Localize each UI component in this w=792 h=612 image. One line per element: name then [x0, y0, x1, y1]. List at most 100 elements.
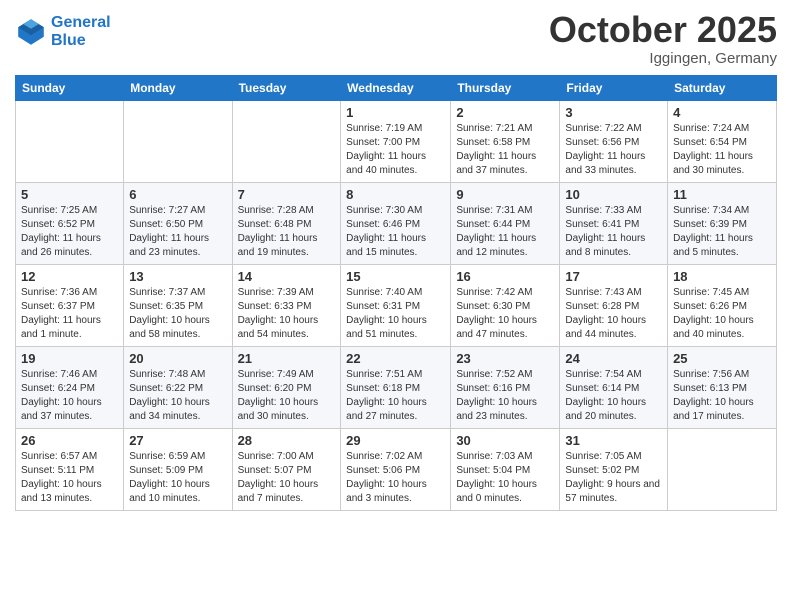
location: Iggingen, Germany	[549, 50, 777, 67]
day-cell: 27 Sunrise: 6:59 AMSunset: 5:09 PMDayligh…	[124, 428, 232, 510]
week-row-3: 12Sunrise: 7:36 AMSunset: 6:37 PMDayligh…	[16, 264, 777, 346]
day-info: Sunrise: 7:21 AMSunset: 6:58 PMDaylight:…	[456, 122, 554, 178]
weekday-header-row: SundayMondayTuesdayWednesdayThursdayFrid…	[16, 75, 777, 100]
day-number: 4	[673, 105, 771, 120]
day-number: 17	[565, 269, 662, 284]
week-row-5: 26 Sunrise: 6:57 AMSunset: 5:11 PMDayligh…	[16, 428, 777, 510]
calendar-table: SundayMondayTuesdayWednesdayThursdayFrid…	[15, 75, 777, 511]
day-number: 1	[346, 105, 445, 120]
day-info: Sunrise: 7:37 AMSunset: 6:35 PMDaylight:…	[129, 286, 226, 342]
day-info: Sunrise: 7:22 AMSunset: 6:56 PMDaylight:…	[565, 122, 662, 178]
day-info: Sunrise: 7:24 AMSunset: 6:54 PMDaylight:…	[673, 122, 771, 178]
day-info: Sunrise: 7:40 AMSunset: 6:31 PMDaylight:…	[346, 286, 445, 342]
day-number: 15	[346, 269, 445, 284]
day-number: 2	[456, 105, 554, 120]
day-info: Sunrise: 7:39 AMSunset: 6:33 PMDaylight:…	[238, 286, 336, 342]
day-cell: 9Sunrise: 7:31 AMSunset: 6:44 PMDaylight…	[451, 182, 560, 264]
day-info: Sunrise: 7:43 AMSunset: 6:28 PMDaylight:…	[565, 286, 662, 342]
day-cell: 19 Sunrise: 7:46 AMSunset: 6:24 PMDayligh…	[16, 346, 124, 428]
weekday-header-friday: Friday	[560, 75, 668, 100]
week-row-1: 1 Sunrise: 7:19 AMSunset: 7:00 PMDaylight…	[16, 100, 777, 182]
day-info: Sunrise: 7:46 AMSunset: 6:24 PMDaylight:…	[21, 368, 118, 424]
logo-text: General Blue	[51, 14, 111, 49]
day-info: Sunrise: 7:54 AMSunset: 6:14 PMDaylight:…	[565, 368, 662, 424]
day-cell: 31 Sunrise: 7:05 AMSunset: 5:02 PMDayligh…	[560, 428, 668, 510]
day-info: Sunrise: 7:56 AMSunset: 6:13 PMDaylight:…	[673, 368, 771, 424]
day-info: Sunrise: 7:00 AMSunset: 5:07 PMDaylight:…	[238, 450, 336, 506]
week-row-2: 5 Sunrise: 7:25 AMSunset: 6:52 PMDaylight…	[16, 182, 777, 264]
day-cell: 7 Sunrise: 7:28 AMSunset: 6:48 PMDaylight…	[232, 182, 341, 264]
day-number: 3	[565, 105, 662, 120]
day-cell: 22 Sunrise: 7:51 AMSunset: 6:18 PMDayligh…	[341, 346, 451, 428]
day-cell	[16, 100, 124, 182]
day-info: Sunrise: 7:25 AMSunset: 6:52 PMDaylight:…	[21, 204, 118, 260]
day-number: 27	[129, 433, 226, 448]
day-info: Sunrise: 7:28 AMSunset: 6:48 PMDaylight:…	[238, 204, 336, 260]
day-cell: 11 Sunrise: 7:34 AMSunset: 6:39 PMDayligh…	[668, 182, 777, 264]
month-title: October 2025	[549, 10, 777, 50]
day-cell: 5 Sunrise: 7:25 AMSunset: 6:52 PMDaylight…	[16, 182, 124, 264]
day-info: Sunrise: 7:34 AMSunset: 6:39 PMDaylight:…	[673, 204, 771, 260]
day-cell	[232, 100, 341, 182]
day-cell: 28 Sunrise: 7:00 AMSunset: 5:07 PMDayligh…	[232, 428, 341, 510]
day-cell: 6 Sunrise: 7:27 AMSunset: 6:50 PMDaylight…	[124, 182, 232, 264]
day-number: 28	[238, 433, 336, 448]
day-number: 31	[565, 433, 662, 448]
weekday-header-wednesday: Wednesday	[341, 75, 451, 100]
day-cell: 20 Sunrise: 7:48 AMSunset: 6:22 PMDayligh…	[124, 346, 232, 428]
day-info: Sunrise: 7:03 AMSunset: 5:04 PMDaylight:…	[456, 450, 554, 506]
day-info: Sunrise: 7:30 AMSunset: 6:46 PMDaylight:…	[346, 204, 445, 260]
day-cell: 29Sunrise: 7:02 AMSunset: 5:06 PMDayligh…	[341, 428, 451, 510]
day-number: 13	[129, 269, 226, 284]
day-cell: 23 Sunrise: 7:52 AMSunset: 6:16 PMDayligh…	[451, 346, 560, 428]
day-info: Sunrise: 7:52 AMSunset: 6:16 PMDaylight:…	[456, 368, 554, 424]
day-info: Sunrise: 7:42 AMSunset: 6:30 PMDaylight:…	[456, 286, 554, 342]
day-cell: 25 Sunrise: 7:56 AMSunset: 6:13 PMDayligh…	[668, 346, 777, 428]
weekday-header-tuesday: Tuesday	[232, 75, 341, 100]
day-number: 29	[346, 433, 445, 448]
day-info: Sunrise: 7:51 AMSunset: 6:18 PMDaylight:…	[346, 368, 445, 424]
day-cell: 12Sunrise: 7:36 AMSunset: 6:37 PMDayligh…	[16, 264, 124, 346]
day-number: 20	[129, 351, 226, 366]
day-number: 21	[238, 351, 336, 366]
day-number: 25	[673, 351, 771, 366]
day-info: Sunrise: 7:19 AMSunset: 7:00 PMDaylight:…	[346, 122, 445, 178]
day-number: 22	[346, 351, 445, 366]
day-info: Sunrise: 7:48 AMSunset: 6:22 PMDaylight:…	[129, 368, 226, 424]
day-number: 6	[129, 187, 226, 202]
day-info: Sunrise: 6:59 AMSunset: 5:09 PMDaylight:…	[129, 450, 226, 506]
weekday-header-saturday: Saturday	[668, 75, 777, 100]
day-info: Sunrise: 7:05 AMSunset: 5:02 PMDaylight:…	[565, 450, 662, 506]
day-info: Sunrise: 7:36 AMSunset: 6:37 PMDaylight:…	[21, 286, 118, 342]
day-info: Sunrise: 6:57 AMSunset: 5:11 PMDaylight:…	[21, 450, 118, 506]
day-cell: 13 Sunrise: 7:37 AMSunset: 6:35 PMDayligh…	[124, 264, 232, 346]
day-number: 18	[673, 269, 771, 284]
day-cell: 24Sunrise: 7:54 AMSunset: 6:14 PMDayligh…	[560, 346, 668, 428]
day-number: 11	[673, 187, 771, 202]
logo-icon	[15, 16, 47, 48]
day-number: 9	[456, 187, 554, 202]
day-info: Sunrise: 7:27 AMSunset: 6:50 PMDaylight:…	[129, 204, 226, 260]
day-cell	[668, 428, 777, 510]
day-cell: 15 Sunrise: 7:40 AMSunset: 6:31 PMDayligh…	[341, 264, 451, 346]
day-number: 19	[21, 351, 118, 366]
day-cell: 10Sunrise: 7:33 AMSunset: 6:41 PMDayligh…	[560, 182, 668, 264]
day-number: 8	[346, 187, 445, 202]
day-info: Sunrise: 7:33 AMSunset: 6:41 PMDaylight:…	[565, 204, 662, 260]
day-number: 23	[456, 351, 554, 366]
weekday-header-thursday: Thursday	[451, 75, 560, 100]
day-cell: 18Sunrise: 7:45 AMSunset: 6:26 PMDayligh…	[668, 264, 777, 346]
day-cell: 4 Sunrise: 7:24 AMSunset: 6:54 PMDaylight…	[668, 100, 777, 182]
day-cell: 2 Sunrise: 7:21 AMSunset: 6:58 PMDaylight…	[451, 100, 560, 182]
day-cell: 8 Sunrise: 7:30 AMSunset: 6:46 PMDaylight…	[341, 182, 451, 264]
page: General Blue October 2025 Iggingen, Germ…	[0, 0, 792, 526]
day-number: 26	[21, 433, 118, 448]
day-cell: 16Sunrise: 7:42 AMSunset: 6:30 PMDayligh…	[451, 264, 560, 346]
day-cell: 17 Sunrise: 7:43 AMSunset: 6:28 PMDayligh…	[560, 264, 668, 346]
day-cell: 1 Sunrise: 7:19 AMSunset: 7:00 PMDaylight…	[341, 100, 451, 182]
week-row-4: 19 Sunrise: 7:46 AMSunset: 6:24 PMDayligh…	[16, 346, 777, 428]
day-number: 7	[238, 187, 336, 202]
day-number: 5	[21, 187, 118, 202]
day-number: 30	[456, 433, 554, 448]
day-info: Sunrise: 7:49 AMSunset: 6:20 PMDaylight:…	[238, 368, 336, 424]
